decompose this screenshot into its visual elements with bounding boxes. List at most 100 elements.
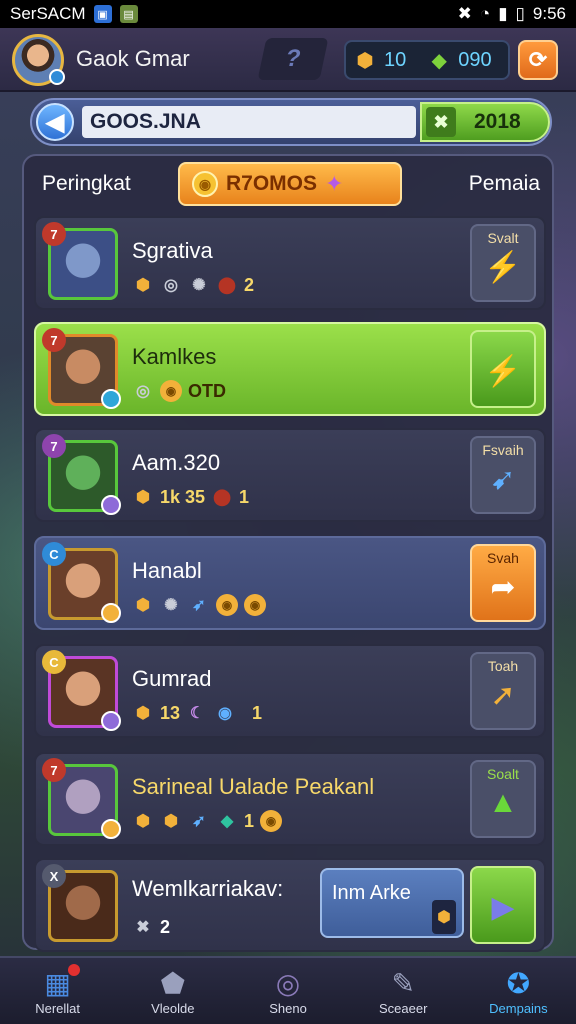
edit-icon: ✎: [391, 968, 415, 999]
player-name: Gaok Gmar: [76, 46, 190, 71]
bottom-navigation: ▦ Nerellat ⬟ Vleolde ◎ Sheno ✎ Sceaeer ✪…: [0, 956, 576, 1024]
play-icon: ▶: [491, 890, 515, 924]
rank-badge: 7: [42, 434, 66, 458]
leaderboard-row-highlighted[interactable]: 7 Kamlkes ◎ ◉ OTD ⚡: [34, 322, 546, 416]
rank-badge: 7: [42, 328, 66, 352]
leaderboard-row[interactable]: 7 Aam.320 ⬢ 1k 35 ⬤ 1 Fsvaih ➹: [34, 428, 546, 522]
badge-icon: [101, 603, 121, 623]
feather-icon: ➶: [192, 813, 206, 830]
signal-icon: ▮: [498, 4, 508, 23]
action-label: Fsvaih: [482, 442, 524, 458]
leaderboard-row[interactable]: 7 Sarineal Ualade Peakanl ⬢ ⬢ ➶ ◆ 1 ◉ So…: [34, 752, 546, 846]
action-button[interactable]: Toah ➚: [470, 652, 536, 730]
nav-item-sheno[interactable]: ◎ Sheno: [230, 958, 345, 1024]
player-stats: ⬢ ✺ ➶ ◉ ◉: [132, 594, 266, 616]
gold-coin-icon: ◉: [244, 594, 266, 616]
ruby-icon: ⬤: [213, 489, 231, 506]
player-name: Wemlkarriakav:: [132, 876, 284, 901]
player-stats: ⬢ ◎ ✺ ⬤ 2: [132, 274, 254, 296]
challenge-input[interactable]: Inm Arke ⬢: [320, 868, 464, 938]
action-button[interactable]: ⚡: [470, 330, 536, 408]
green-gem-icon: ◆: [220, 813, 234, 830]
action-label: Soalt: [487, 766, 519, 782]
arrow-icon: ➹: [490, 463, 516, 496]
lightning-icon: ⚡: [484, 251, 522, 284]
nav-label: Vleolde: [151, 1000, 195, 1016]
player-name: Sgrativa: [132, 238, 213, 263]
calendar-icon: ▦: [44, 968, 71, 999]
player-name: Aam.320: [132, 450, 221, 475]
rank-badge: 7: [42, 222, 66, 246]
shield-swords-icon: ⬟: [160, 968, 185, 999]
gold-shield-icon: ⬢: [136, 597, 150, 614]
gold-shield-icon: ⬢: [136, 705, 150, 722]
action-button[interactable]: Svalt ⚡: [470, 224, 536, 302]
question-icon: ?: [282, 45, 304, 72]
play-button[interactable]: ▶: [470, 866, 536, 944]
score-box[interactable]: ✖ 2018: [420, 102, 550, 142]
badge-icon: [101, 495, 121, 515]
silver-coin-icon: ◎: [136, 383, 150, 400]
feather-icon: ➶: [192, 597, 206, 614]
currency-display: ⬢ 10 ◆ 090: [344, 40, 510, 80]
back-button[interactable]: ◀: [36, 103, 74, 141]
search-input[interactable]: [82, 106, 416, 138]
badge-icon: [101, 819, 121, 839]
gem-amount: 090: [458, 48, 492, 71]
nav-item-sceaeer[interactable]: ✎ Sceaeer: [346, 958, 461, 1024]
rank-badge: X: [42, 864, 66, 888]
player-avatar[interactable]: [12, 34, 65, 86]
stat-value: 2: [244, 274, 255, 295]
tab-ranking[interactable]: Peringkat: [42, 172, 131, 196]
clock-label: 9:56: [532, 4, 566, 23]
gold-coin-icon: ◉: [260, 810, 283, 832]
gold-shield-icon: ⬢: [356, 49, 374, 72]
action-button[interactable]: Soalt ▲: [470, 760, 536, 838]
gold-coin-icon: ◉: [216, 594, 238, 616]
lightning-icon: ⚡: [484, 354, 522, 388]
notification-dot-icon: [68, 964, 80, 976]
orb-icon: ◉: [218, 705, 233, 722]
nav-item-nerellat[interactable]: ▦ Nerellat: [0, 958, 115, 1024]
settings-button[interactable]: ⟳: [518, 40, 558, 80]
panel-header: Peringkat ◉ R7OMOS ✦ Pemaia: [24, 156, 552, 212]
leaderboard-panel: Peringkat ◉ R7OMOS ✦ Pemaia 7 Sgrativa ⬢…: [22, 154, 554, 952]
portal-icon: ◎: [275, 968, 301, 999]
battery-icon: ▯: [515, 4, 525, 23]
gold-shield-icon: ⬢: [164, 813, 178, 830]
promo-button[interactable]: ◉ R7OMOS ✦: [178, 162, 402, 206]
ruby-icon: ⬤: [218, 277, 236, 294]
wifi-icon: ◔: [479, 4, 491, 23]
leaderboard-row[interactable]: C Gumrad ⬢ 13 ☾ ◉ 1 Toah ➚: [34, 644, 546, 738]
mute-icon: ✖: [457, 4, 472, 23]
promo-label: R7OMOS: [226, 172, 318, 195]
leaderboard-row[interactable]: 7 Sgrativa ⬢ ◎ ✺ ⬤ 2 Svalt ⚡: [34, 216, 546, 310]
crossed-swords-icon: ✖: [136, 919, 150, 936]
action-button[interactable]: Svah ➦: [470, 544, 536, 622]
player-name: Kamlkes: [132, 344, 217, 369]
help-button[interactable]: ?: [257, 38, 329, 80]
tab-players[interactable]: Pemaia: [469, 172, 540, 196]
arrow-left-icon: ◀: [45, 108, 65, 136]
action-label: Svalt: [487, 230, 519, 246]
badge-icon: ✪: [506, 968, 531, 999]
coin-icon: ◉: [192, 171, 218, 197]
nav-item-dempains[interactable]: ✪ Dempains: [461, 958, 576, 1024]
player-stats: ⬢ 13 ☾ ◉ 1: [132, 702, 262, 724]
player-stats: ⬢ 1k 35 ⬤ 1: [132, 486, 249, 508]
gear-icon: ⟳: [528, 47, 548, 72]
leaderboard-row[interactable]: C Hanabl ⬢ ✺ ➶ ◉ ◉ Svah ➦: [34, 536, 546, 630]
arrow-up-icon: ▲: [488, 786, 518, 819]
score-value: 2018: [474, 110, 521, 133]
stat-value: 1k 35: [160, 486, 206, 507]
nav-item-vleolde[interactable]: ⬟ Vleolde: [115, 958, 230, 1024]
share-icon: ➦: [490, 571, 516, 604]
leaderboard-row[interactable]: X Wemlkarriakav: ✖ 2 Inm Arke ⬢ ▶: [34, 858, 546, 952]
nav-label: Sceaeer: [379, 1000, 428, 1016]
close-icon[interactable]: ✖: [426, 107, 456, 137]
action-button[interactable]: Fsvaih ➹: [470, 436, 536, 514]
gold-shield-icon: ⬢: [136, 489, 150, 506]
green-gem-icon: ◆: [431, 49, 447, 72]
player-name: Hanabl: [132, 558, 202, 583]
stat-value-secondary: 1: [252, 702, 263, 723]
